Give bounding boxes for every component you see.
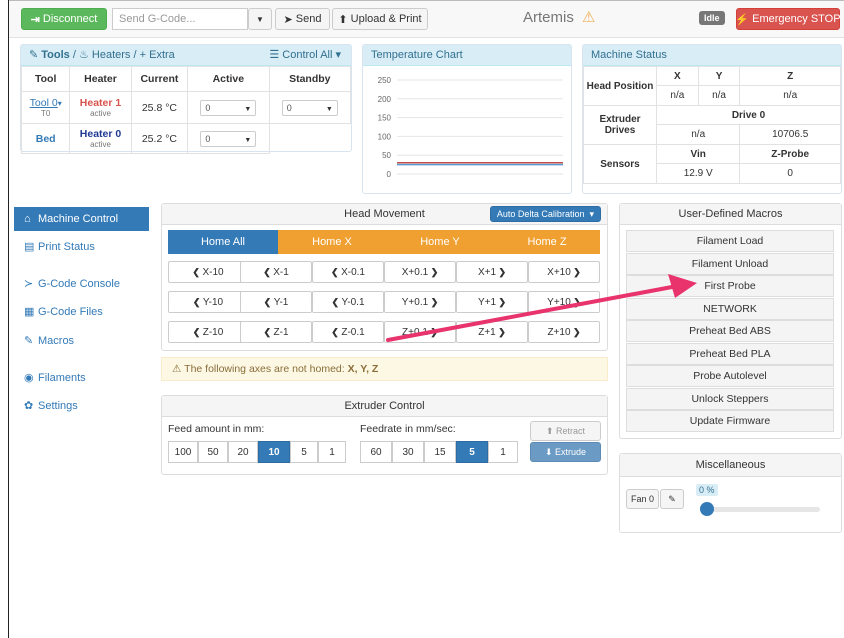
arrow-shaft (386, 285, 674, 342)
annotation-arrow (386, 274, 697, 342)
arrow-head (668, 274, 697, 298)
